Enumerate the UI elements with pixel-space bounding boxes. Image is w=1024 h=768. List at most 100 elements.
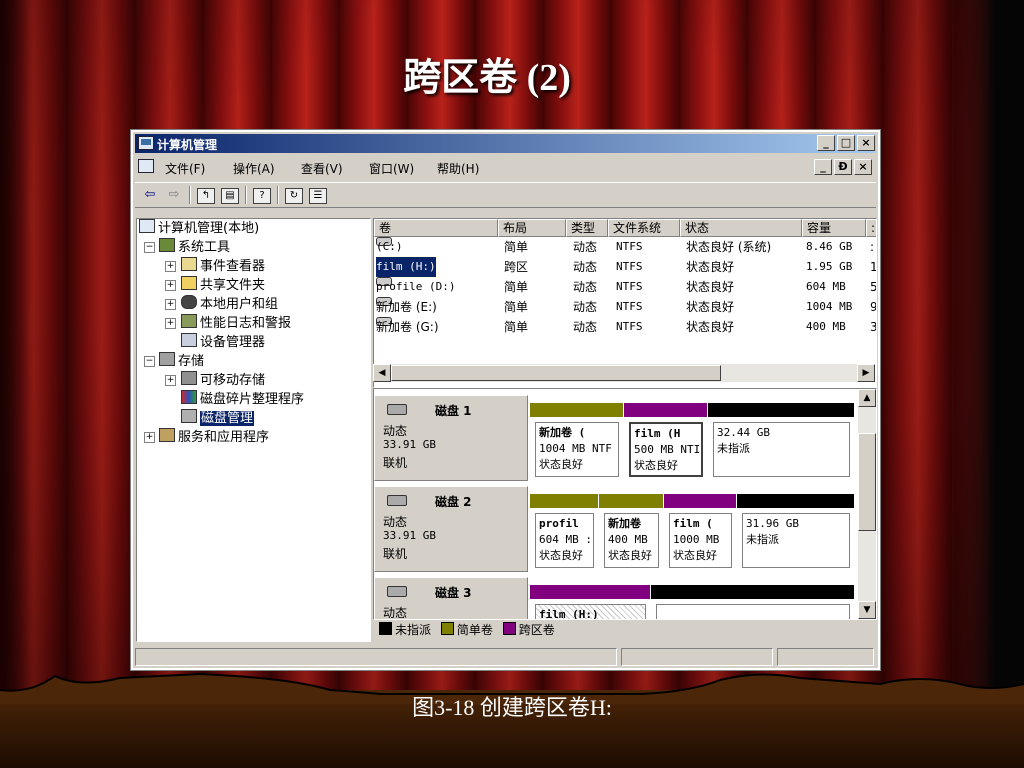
- expand-icon[interactable]: +: [165, 280, 176, 291]
- cell-volume: (C:): [376, 240, 403, 253]
- scroll-up-icon[interactable]: ▲: [858, 389, 876, 407]
- menu-action[interactable]: 操作(A): [233, 160, 275, 177]
- partition[interactable]: 新加卷 ( 1004 MB NTF 状态良好: [530, 403, 623, 481]
- partition[interactable]: 新加卷 400 MB 状态良好: [599, 494, 663, 572]
- status-panel: [777, 648, 874, 666]
- column-header-status[interactable]: 状态: [680, 219, 802, 237]
- menu-help[interactable]: 帮助(H): [437, 160, 479, 177]
- partition-unallocated[interactable]: [651, 585, 854, 619]
- menu-view[interactable]: 查看(V): [301, 160, 343, 177]
- partition[interactable]: film (H:): [530, 585, 650, 619]
- expand-icon[interactable]: +: [165, 375, 176, 386]
- partition-color-bar: [624, 403, 707, 417]
- tree-item-event-viewer[interactable]: 事件查看器: [181, 257, 265, 275]
- up-folder-icon[interactable]: ↰: [197, 188, 215, 204]
- expand-icon[interactable]: +: [165, 299, 176, 310]
- back-arrow-icon[interactable]: ⇦: [141, 186, 159, 204]
- partition-unallocated[interactable]: 32.44 GB 未指派: [708, 403, 854, 481]
- scroll-down-icon[interactable]: ▼: [858, 601, 876, 619]
- tree-item-local-users[interactable]: 本地用户和组: [181, 295, 278, 313]
- cell-type: 动态: [573, 280, 598, 294]
- show-tree-icon[interactable]: ▤: [221, 188, 239, 204]
- toolbar-separator: [277, 186, 279, 204]
- properties-icon[interactable]: ☰: [309, 188, 327, 204]
- collapse-icon[interactable]: −: [144, 242, 155, 253]
- maximize-button[interactable]: □: [837, 135, 855, 151]
- menu-window[interactable]: 窗口(W): [369, 160, 414, 177]
- tree-item-device-manager[interactable]: 设备管理器: [181, 333, 265, 351]
- partition[interactable]: profil 604 MB : 状态良好: [530, 494, 598, 572]
- status-panel: [621, 648, 773, 666]
- tree-item-label: 可移动存储: [200, 373, 266, 388]
- partition-size: 1000 MB: [673, 533, 720, 546]
- table-row[interactable]: 新加卷 (E:) 简单 动态 NTFS 状态良好 1004 MB 9: [374, 297, 876, 317]
- horizontal-scrollbar[interactable]: ◀ ▶: [373, 364, 875, 382]
- disk-icon: [387, 586, 407, 597]
- cell-type: 动态: [573, 260, 598, 274]
- cell-capacity: 604 MB: [806, 280, 846, 293]
- disk-1-info[interactable]: 磁盘 1 动态 33.91 GB 联机: [374, 395, 528, 481]
- tree-item-services-apps[interactable]: 服务和应用程序: [159, 428, 269, 446]
- scrollbar-thumb[interactable]: [858, 433, 876, 531]
- vertical-scrollbar[interactable]: ▲ ▼: [858, 389, 876, 619]
- removable-storage-icon: [181, 371, 197, 385]
- users-icon: [181, 295, 197, 309]
- partition[interactable]: film (H 500 MB NTI 状态良好: [624, 403, 707, 481]
- tree-item-system-tools[interactable]: 系统工具: [159, 238, 230, 256]
- column-header-type[interactable]: 类型: [566, 219, 608, 237]
- disk-management-icon: [181, 409, 197, 423]
- table-row-selected[interactable]: film (H:) 跨区 动态 NTFS 状态良好 1.95 GB 1: [374, 256, 876, 278]
- scroll-left-icon[interactable]: ◀: [373, 364, 391, 382]
- child-close-button[interactable]: ×: [854, 159, 872, 175]
- console-menu-icon[interactable]: [138, 159, 154, 173]
- partition-color-bar: [664, 494, 736, 508]
- disk-2-info[interactable]: 磁盘 2 动态 33.91 GB 联机: [374, 486, 528, 572]
- tree-item-performance-logs[interactable]: 性能日志和警报: [181, 314, 291, 332]
- table-row[interactable]: 新加卷 (G:) 简单 动态 NTFS 状态良好 400 MB 3: [374, 317, 876, 337]
- table-row[interactable]: (C:) 简单 动态 NTFS 状态良好 (系统) 8.46 GB :: [374, 237, 876, 257]
- tree-item-shared-folders[interactable]: 共享文件夹: [181, 276, 265, 294]
- child-restore-button[interactable]: Ð: [834, 159, 852, 175]
- column-header-layout[interactable]: 布局: [498, 219, 566, 237]
- tree-item-defragmenter[interactable]: 磁盘碎片整理程序: [181, 390, 304, 408]
- column-header-filesystem[interactable]: 文件系统: [608, 219, 680, 237]
- disk-name: 磁盘 3: [435, 586, 472, 600]
- column-header-capacity[interactable]: 容量: [802, 219, 866, 237]
- table-row[interactable]: profile (D:) 简单 动态 NTFS 状态良好 604 MB 5: [374, 277, 876, 297]
- scroll-right-icon[interactable]: ▶: [857, 364, 875, 382]
- partition-unallocated[interactable]: 31.96 GB 未指派: [737, 494, 854, 572]
- menu-file[interactable]: 文件(F): [165, 160, 205, 177]
- cell-volume: 新加卷 (E:): [376, 300, 437, 314]
- tree-item-label: 设备管理器: [200, 335, 266, 350]
- disk-3-info[interactable]: 磁盘 3 动态: [374, 577, 528, 619]
- forward-arrow-icon[interactable]: ⇨: [165, 186, 183, 204]
- tree-item-disk-management[interactable]: 磁盘管理: [181, 409, 255, 427]
- computer-icon: [139, 219, 155, 233]
- refresh-icon[interactable]: ↻: [285, 188, 303, 204]
- tree-item-storage[interactable]: 存储: [159, 352, 204, 370]
- cell-type: 动态: [573, 320, 598, 334]
- expand-icon[interactable]: +: [144, 432, 155, 443]
- cell-layout: 简单: [504, 320, 529, 334]
- partition[interactable]: film ( 1000 MB 状态良好: [664, 494, 736, 572]
- window-titlebar[interactable]: 计算机管理 _ □ ×: [135, 134, 876, 153]
- tree-item-label: 计算机管理(本地): [158, 221, 260, 236]
- help-icon[interactable]: ?: [253, 188, 271, 204]
- partition-size: 500 MB NTI: [634, 443, 701, 456]
- child-minimize-button[interactable]: _: [814, 159, 832, 175]
- column-header-more[interactable]: :: [866, 219, 876, 237]
- cell-volume: profile (D:): [376, 280, 456, 293]
- column-header-volume[interactable]: 卷: [374, 219, 498, 237]
- close-button[interactable]: ×: [857, 135, 875, 151]
- tree-item-removable-storage[interactable]: 可移动存储: [181, 371, 265, 389]
- cell-status: 状态良好: [686, 260, 735, 274]
- scrollbar-thumb[interactable]: [391, 365, 721, 381]
- expand-icon[interactable]: +: [165, 261, 176, 272]
- collapse-icon[interactable]: −: [144, 356, 155, 367]
- tree-item-label: 磁盘管理: [200, 411, 255, 426]
- disk-name: 磁盘 2: [435, 495, 472, 509]
- expand-icon[interactable]: +: [165, 318, 176, 329]
- tree-item-computer-management[interactable]: 计算机管理(本地): [139, 219, 259, 237]
- toolbar-separator: [189, 186, 191, 204]
- minimize-button[interactable]: _: [817, 135, 835, 151]
